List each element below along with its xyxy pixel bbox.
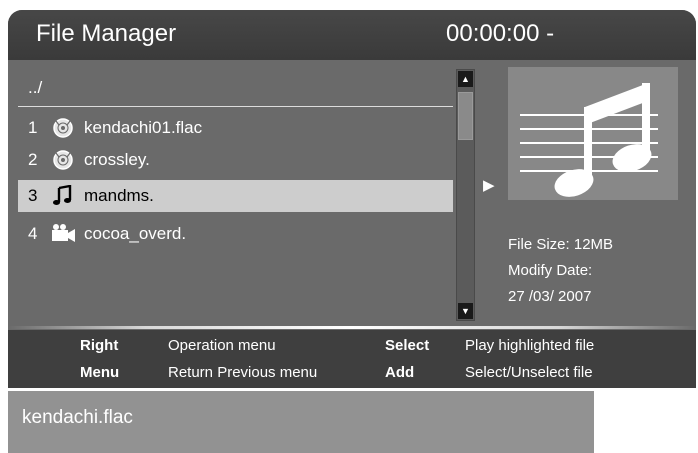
help-key-add: Add [385, 364, 415, 381]
file-manager-panel: File Manager 00:00:00 - ../ 1 kendachi01… [8, 10, 696, 388]
scroll-thumb[interactable] [458, 92, 473, 140]
file-name: crossley. [84, 150, 150, 169]
video-camera-icon [52, 224, 75, 242]
file-index: 4 [28, 224, 38, 243]
help-desc-operation-menu: Operation menu [168, 337, 276, 354]
scrollbar[interactable]: ▲ ▼ [456, 69, 475, 321]
page-title: File Manager [36, 20, 177, 47]
file-index: 1 [28, 118, 38, 137]
help-bar: Right Operation menu Select Play highlig… [8, 330, 696, 388]
music-disc-icon [53, 150, 73, 170]
current-file-name: kendachi.flac [22, 407, 133, 428]
help-key-select: Select [385, 337, 430, 354]
file-name: kendachi01.flac [84, 118, 203, 137]
music-note-icon [53, 185, 72, 205]
file-list: ../ 1 kendachi01.flac 2 crossley. 3 mand… [18, 72, 453, 322]
help-desc-play: Play highlighted file [465, 337, 595, 354]
help-desc-return: Return Previous menu [168, 364, 318, 381]
help-key-right: Right [80, 337, 119, 354]
file-size: File Size: 12MB [508, 236, 614, 253]
file-name: mandms. [84, 186, 154, 205]
file-row-1[interactable]: 1 kendachi01.flac [18, 112, 453, 144]
timecode: 00:00:00 - [446, 20, 555, 47]
music-note-icon [520, 83, 658, 197]
divider [8, 326, 696, 329]
file-index: 3 [28, 186, 38, 205]
file-row-2[interactable]: 2 crossley. [18, 144, 453, 176]
parent-directory-item[interactable]: ../ [28, 78, 42, 98]
play-arrow-icon: ▶ [483, 177, 495, 194]
help-desc-select-unselect: Select/Unselect file [465, 364, 593, 381]
music-disc-icon [53, 118, 73, 138]
modify-date: 27 /03/ 2007 [508, 288, 592, 305]
status-bar: kendachi.flac [8, 391, 594, 453]
file-row-3[interactable]: 3 mandms. [18, 180, 453, 212]
title-bar: File Manager 00:00:00 - [8, 10, 696, 60]
file-row-4[interactable]: 4 cocoa_overd. [18, 218, 453, 250]
modify-date-label: Modify Date: [508, 262, 593, 279]
file-name: cocoa_overd. [84, 224, 187, 243]
divider [18, 106, 453, 107]
scroll-up-icon[interactable]: ▲ [458, 71, 473, 87]
preview-thumbnail [508, 67, 678, 200]
help-key-menu: Menu [80, 364, 120, 381]
scroll-down-icon[interactable]: ▼ [458, 303, 473, 319]
file-index: 2 [28, 150, 38, 169]
